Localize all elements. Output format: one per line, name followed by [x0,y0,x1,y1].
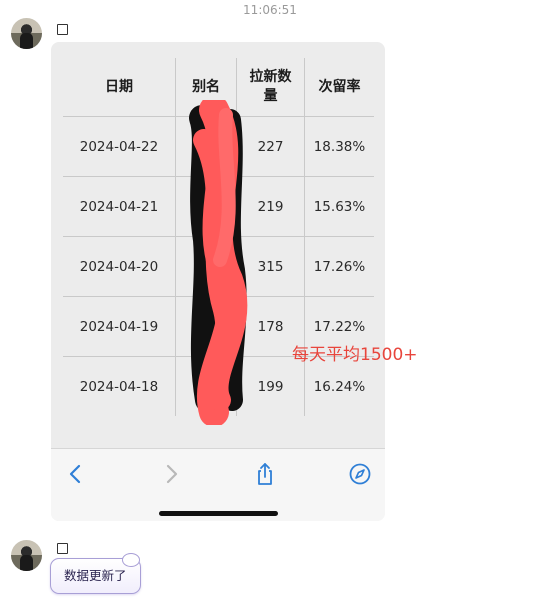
sender-avatar[interactable] [11,18,42,49]
header-date: 日期 [104,78,133,95]
compass-icon[interactable] [347,461,373,487]
back-icon[interactable] [63,461,89,487]
bubble-decoration-icon [122,553,140,567]
share-icon[interactable] [252,461,278,487]
cell-date: 2024-04-22 [63,116,176,177]
cell-retention: 17.26% [303,236,374,297]
cell-retention: 15.63% [303,176,374,237]
sender-avatar[interactable] [11,540,42,571]
cell-date: 2024-04-20 [63,236,176,297]
timestamp: 11:06:51 [243,3,297,17]
cell-date: 2024-04-18 [63,356,176,416]
browser-toolbar [51,448,385,521]
forward-icon[interactable] [158,461,184,487]
header-retention: 次留率 [303,58,374,117]
sender-name-icon [57,543,68,554]
handwritten-annotation: 每天平均1500+ [292,345,418,365]
sender-name-icon [57,24,68,35]
cell-date: 2024-04-21 [63,176,176,237]
cell-date: 2024-04-19 [63,296,176,357]
home-indicator [159,511,278,516]
cell-retention: 16.24% [303,356,374,416]
redaction-scribble [189,100,248,425]
cell-retention: 18.38% [303,116,374,177]
